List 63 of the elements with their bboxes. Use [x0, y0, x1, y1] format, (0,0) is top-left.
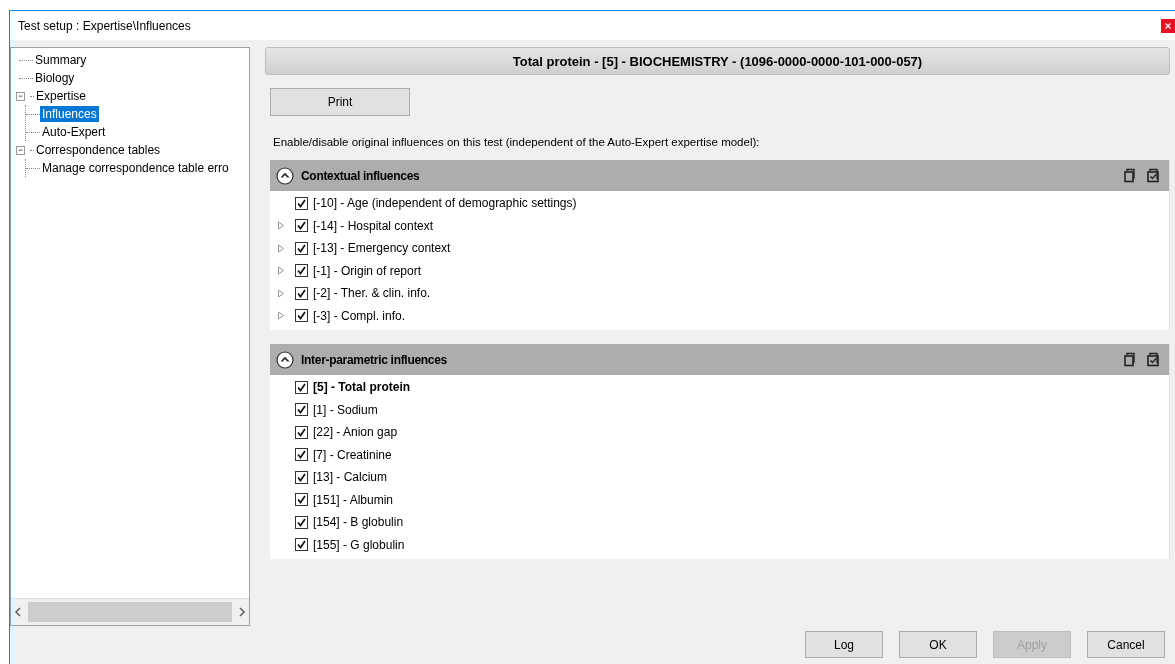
horizontal-scrollbar[interactable] — [11, 598, 249, 625]
checkbox[interactable] — [295, 219, 308, 233]
window-title: Test setup : Expertise\Influences — [18, 18, 192, 33]
expand-icon[interactable] — [277, 311, 285, 321]
tree-item[interactable]: Summary — [33, 52, 89, 68]
influence-label: [7] - Creatinine — [313, 447, 392, 462]
expand-icon[interactable] — [277, 288, 285, 298]
influence-label: [22] - Anion gap — [313, 425, 398, 440]
close-button[interactable] — [1161, 18, 1175, 33]
checkbox[interactable] — [295, 196, 308, 210]
tree-item[interactable]: Expertise — [34, 88, 89, 104]
influence-label: [-10] - Age (independent of demographic settings) — [313, 196, 577, 211]
section-header[interactable]: Inter-parametric influences — [270, 344, 1169, 375]
tree-item[interactable]: Correspondence tables — [34, 142, 163, 158]
print-button[interactable]: Print — [270, 88, 410, 116]
close-icon[interactable] — [1165, 22, 1171, 29]
checkbox[interactable] — [295, 538, 308, 552]
tree-item[interactable]: Auto-Expert — [40, 124, 108, 140]
section-header[interactable]: Contextual influences — [270, 160, 1169, 191]
checkbox[interactable] — [295, 264, 308, 278]
check-all-icon[interactable] — [1146, 168, 1161, 183]
influence-label: [155] - G globulin — [313, 537, 405, 552]
dialog-button[interactable]: Log — [805, 631, 883, 658]
checkbox[interactable] — [295, 241, 308, 255]
checkbox[interactable] — [295, 448, 308, 462]
influence-label: [-13] - Emergency context — [313, 241, 451, 256]
checkbox[interactable] — [295, 493, 308, 507]
checkbox[interactable] — [295, 425, 308, 439]
collapse-icon[interactable] — [276, 166, 294, 185]
check-all-icon[interactable] — [1146, 352, 1161, 367]
tree-item[interactable]: Manage correspondence table erro — [40, 160, 231, 176]
influence-label: [1] - Sodium — [313, 402, 378, 417]
copy-icon[interactable] — [1123, 352, 1138, 367]
checkbox[interactable] — [295, 309, 308, 323]
checkbox[interactable] — [295, 403, 308, 417]
checkbox[interactable] — [295, 286, 308, 300]
section-title: Inter-parametric influences — [301, 352, 448, 367]
expand-icon[interactable] — [277, 266, 285, 276]
expand-icon[interactable] — [277, 243, 285, 253]
influence-label: [151] - Albumin — [313, 492, 394, 507]
scroll-left-icon[interactable] — [14, 607, 22, 617]
influence-label: [5] - Total protein — [313, 380, 411, 395]
expand-icon[interactable] — [277, 221, 285, 231]
tree-item[interactable]: Biology — [33, 70, 77, 86]
scroll-right-icon[interactable] — [238, 607, 246, 617]
collapse-icon[interactable] — [276, 350, 294, 369]
copy-icon[interactable] — [1123, 168, 1138, 183]
tree-item[interactable]: Influences — [40, 106, 99, 122]
section-title: Contextual influences — [301, 168, 421, 183]
checkbox[interactable] — [295, 380, 308, 394]
checkbox[interactable] — [295, 470, 308, 484]
influence-label: [-2] - Ther. & clin. info. — [313, 286, 431, 301]
scrollbar-thumb[interactable] — [28, 602, 232, 622]
dialog-button[interactable]: Cancel — [1087, 631, 1165, 658]
checkbox[interactable] — [295, 515, 308, 529]
dialog-button[interactable]: OK — [899, 631, 977, 658]
influence-label: [-14] - Hospital context — [313, 218, 434, 233]
influence-label: [-1] - Origin of report — [313, 263, 422, 278]
influence-label: [-3] - Compl. info. — [313, 308, 406, 323]
influence-label: [13] - Calcium — [313, 470, 388, 485]
test-header: Total protein - [5] - BIOCHEMISTRY - (1096-0000-0000-101-000-057) — [265, 47, 1170, 75]
influence-label: [154] - B globulin — [313, 515, 404, 530]
description-text: Enable/disable original influences on this test (independent of the Auto-Expert expertise model): — [273, 136, 761, 148]
